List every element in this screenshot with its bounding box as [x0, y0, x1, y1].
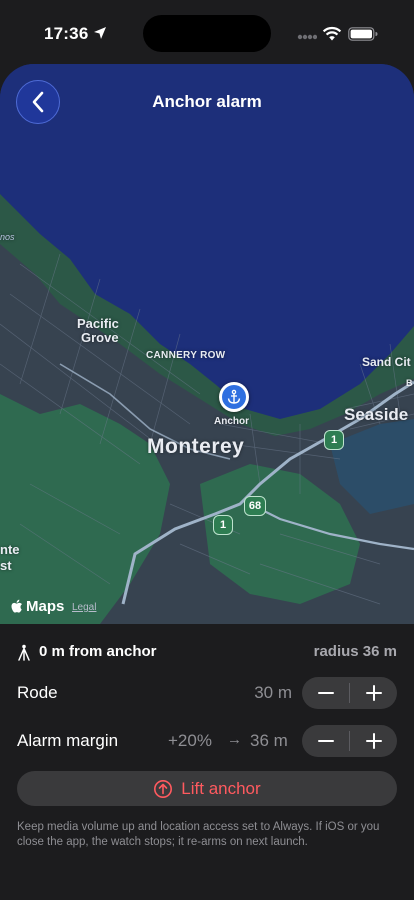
map-label-grove: Grove	[81, 330, 119, 345]
map-label-partial-left-2: st	[0, 558, 12, 573]
rode-label: Rode	[17, 683, 58, 702]
wifi-icon	[322, 26, 342, 41]
maps-brand-text: Maps	[26, 598, 65, 615]
map-label-monterey: Monterey	[147, 435, 245, 458]
map-label-partial-left-top: inos	[0, 232, 15, 242]
distance-row: 0 m from anchor radius 36 m	[17, 643, 397, 663]
distance-from-anchor: 0 m from anchor	[39, 643, 157, 660]
alarm-radius: radius 36 m	[313, 643, 397, 660]
status-bar: 17:36	[0, 0, 414, 64]
cellular-signal-icon	[297, 34, 317, 40]
arrow-right-icon: →	[227, 731, 242, 748]
highway-1-shield: 1	[213, 515, 233, 535]
alarm-margin-label: Alarm margin	[17, 731, 119, 750]
rode-decrement-button[interactable]	[302, 677, 349, 709]
rode-value: 30 m	[254, 683, 292, 702]
anchor-icon	[227, 389, 241, 404]
plus-icon	[365, 685, 382, 701]
battery-icon	[348, 27, 378, 41]
anchor-pin-label: Anchor	[214, 416, 249, 427]
rode-increment-button[interactable]	[350, 677, 397, 709]
alarm-margin-value: 36 m	[250, 731, 288, 750]
status-time: 17:36	[44, 24, 89, 43]
lift-anchor-button[interactable]: Lift anchor	[17, 771, 397, 806]
map-view[interactable]: Anchor alarm inos Pacific Grove CANNERY …	[0, 64, 414, 624]
minus-icon	[317, 692, 334, 694]
map-label-partial-b: B	[406, 378, 413, 388]
map-background	[0, 64, 414, 624]
apple-logo-icon	[11, 599, 22, 613]
alarm-margin-increment-button[interactable]	[350, 725, 397, 757]
alarm-margin-stepper	[302, 725, 397, 757]
plus-icon	[365, 733, 382, 749]
page-title: Anchor alarm	[152, 92, 262, 111]
highway-68-shield: 68	[244, 496, 266, 516]
control-panel: 0 m from anchor radius 36 m Rode 30 m Al…	[0, 624, 414, 900]
dynamic-island	[143, 15, 271, 52]
map-label-pacific: Pacific	[77, 316, 119, 331]
map-label-sand-city: Sand Cit	[362, 355, 411, 369]
highway-1-shield: 1	[324, 430, 344, 450]
legal-link[interactable]: Legal	[72, 602, 96, 613]
location-arrow-icon	[94, 27, 106, 39]
map-label-seaside: Seaside	[344, 405, 409, 424]
map-label-cannery-row: CANNERY ROW	[146, 350, 226, 361]
alarm-margin-percent: +20%	[168, 731, 212, 750]
rode-stepper	[302, 677, 397, 709]
alarm-margin-decrement-button[interactable]	[302, 725, 349, 757]
arrow-up-circle-icon	[154, 779, 173, 798]
maps-attribution: Maps	[11, 598, 64, 615]
footnote: Keep media volume up and location access…	[17, 821, 380, 848]
map-label-partial-left-1: nte	[0, 542, 20, 557]
minus-icon	[317, 740, 334, 742]
lift-anchor-label: Lift anchor	[181, 778, 261, 798]
distance-compass-icon	[18, 644, 30, 661]
anchor-pin[interactable]	[219, 382, 249, 412]
